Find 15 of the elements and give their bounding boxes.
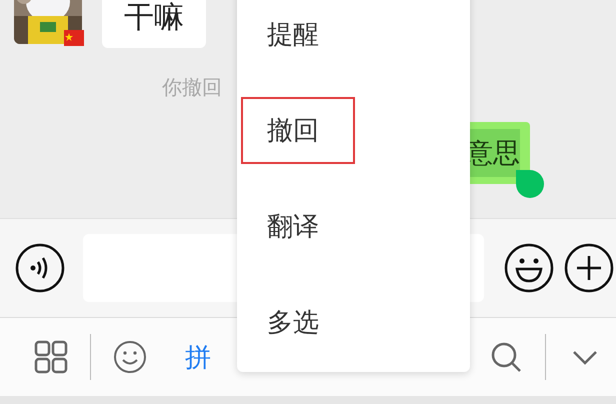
menu-item[interactable]: 多选: [265, 302, 321, 342]
selection-handle[interactable]: [516, 170, 544, 198]
message-bubble[interactable]: 干嘛: [102, 0, 206, 48]
flag-icon: [64, 30, 84, 46]
smiley-icon[interactable]: [113, 340, 147, 374]
input-mode-label[interactable]: 拼: [185, 340, 211, 374]
plus-icon[interactable]: [564, 243, 614, 293]
menu-item[interactable]: 翻译: [265, 206, 321, 246]
menu-item[interactable]: 撤回: [241, 96, 355, 164]
search-icon[interactable]: [489, 340, 523, 374]
recall-notice: 你撤回: [161, 74, 223, 101]
menu-item[interactable]: 提醒: [265, 14, 321, 54]
voice-icon[interactable]: [15, 243, 65, 293]
grid-icon[interactable]: [34, 340, 68, 374]
emoji-icon[interactable]: [504, 243, 554, 293]
